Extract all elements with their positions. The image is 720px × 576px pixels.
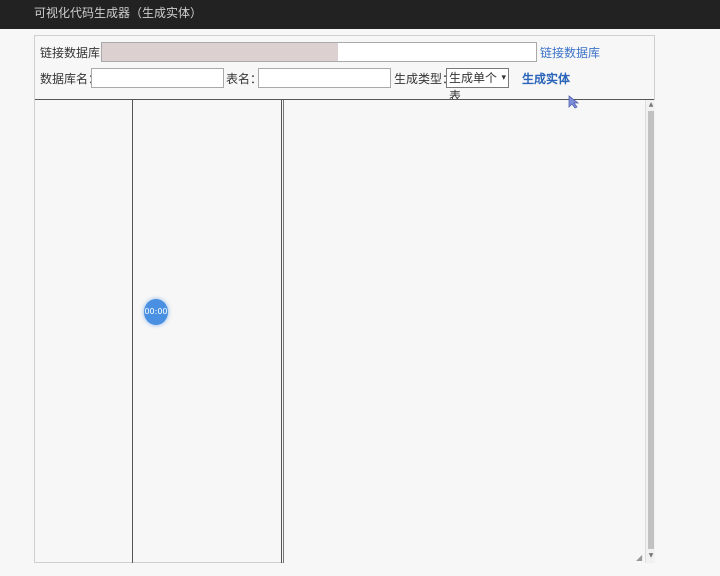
scroll-thumb[interactable]: [648, 111, 654, 549]
database-list-pane[interactable]: [35, 100, 133, 563]
generator-panel: 链接数据库： 链接数据库 数据库名： 表名： 生成类型： 生成单个表 ▾ 生成实体…: [34, 35, 655, 563]
connection-string-input[interactable]: [101, 42, 537, 62]
dbname-input[interactable]: [91, 68, 224, 88]
gen-type-label: 生成类型：: [394, 72, 455, 86]
resize-handle-icon[interactable]: ◢: [636, 554, 644, 562]
code-output-textarea[interactable]: ▲ ▼ ◢: [283, 100, 655, 563]
connect-database-link[interactable]: 链接数据库: [540, 43, 600, 63]
table-name-input[interactable]: [258, 68, 391, 88]
connection-string-redacted: [102, 43, 338, 61]
gen-type-select[interactable]: 生成单个表 ▾: [446, 68, 509, 103]
window-title: 可视化代码生成器（生成实体）: [34, 6, 203, 20]
table-list-pane[interactable]: [133, 100, 282, 563]
chevron-down-icon: ▾: [501, 73, 506, 83]
scroll-up-icon[interactable]: ▲: [647, 101, 655, 109]
generate-entity-link[interactable]: 生成实体: [522, 69, 570, 89]
scroll-down-icon[interactable]: ▼: [647, 552, 655, 560]
table-label: 表名：: [226, 72, 263, 86]
code-output-scrollbar[interactable]: ▲ ▼: [645, 100, 655, 563]
window-titlebar: 可视化代码生成器（生成实体）: [0, 0, 720, 29]
recording-timer-badge: 00:00: [144, 299, 168, 325]
mouse-cursor-icon: [568, 95, 580, 109]
